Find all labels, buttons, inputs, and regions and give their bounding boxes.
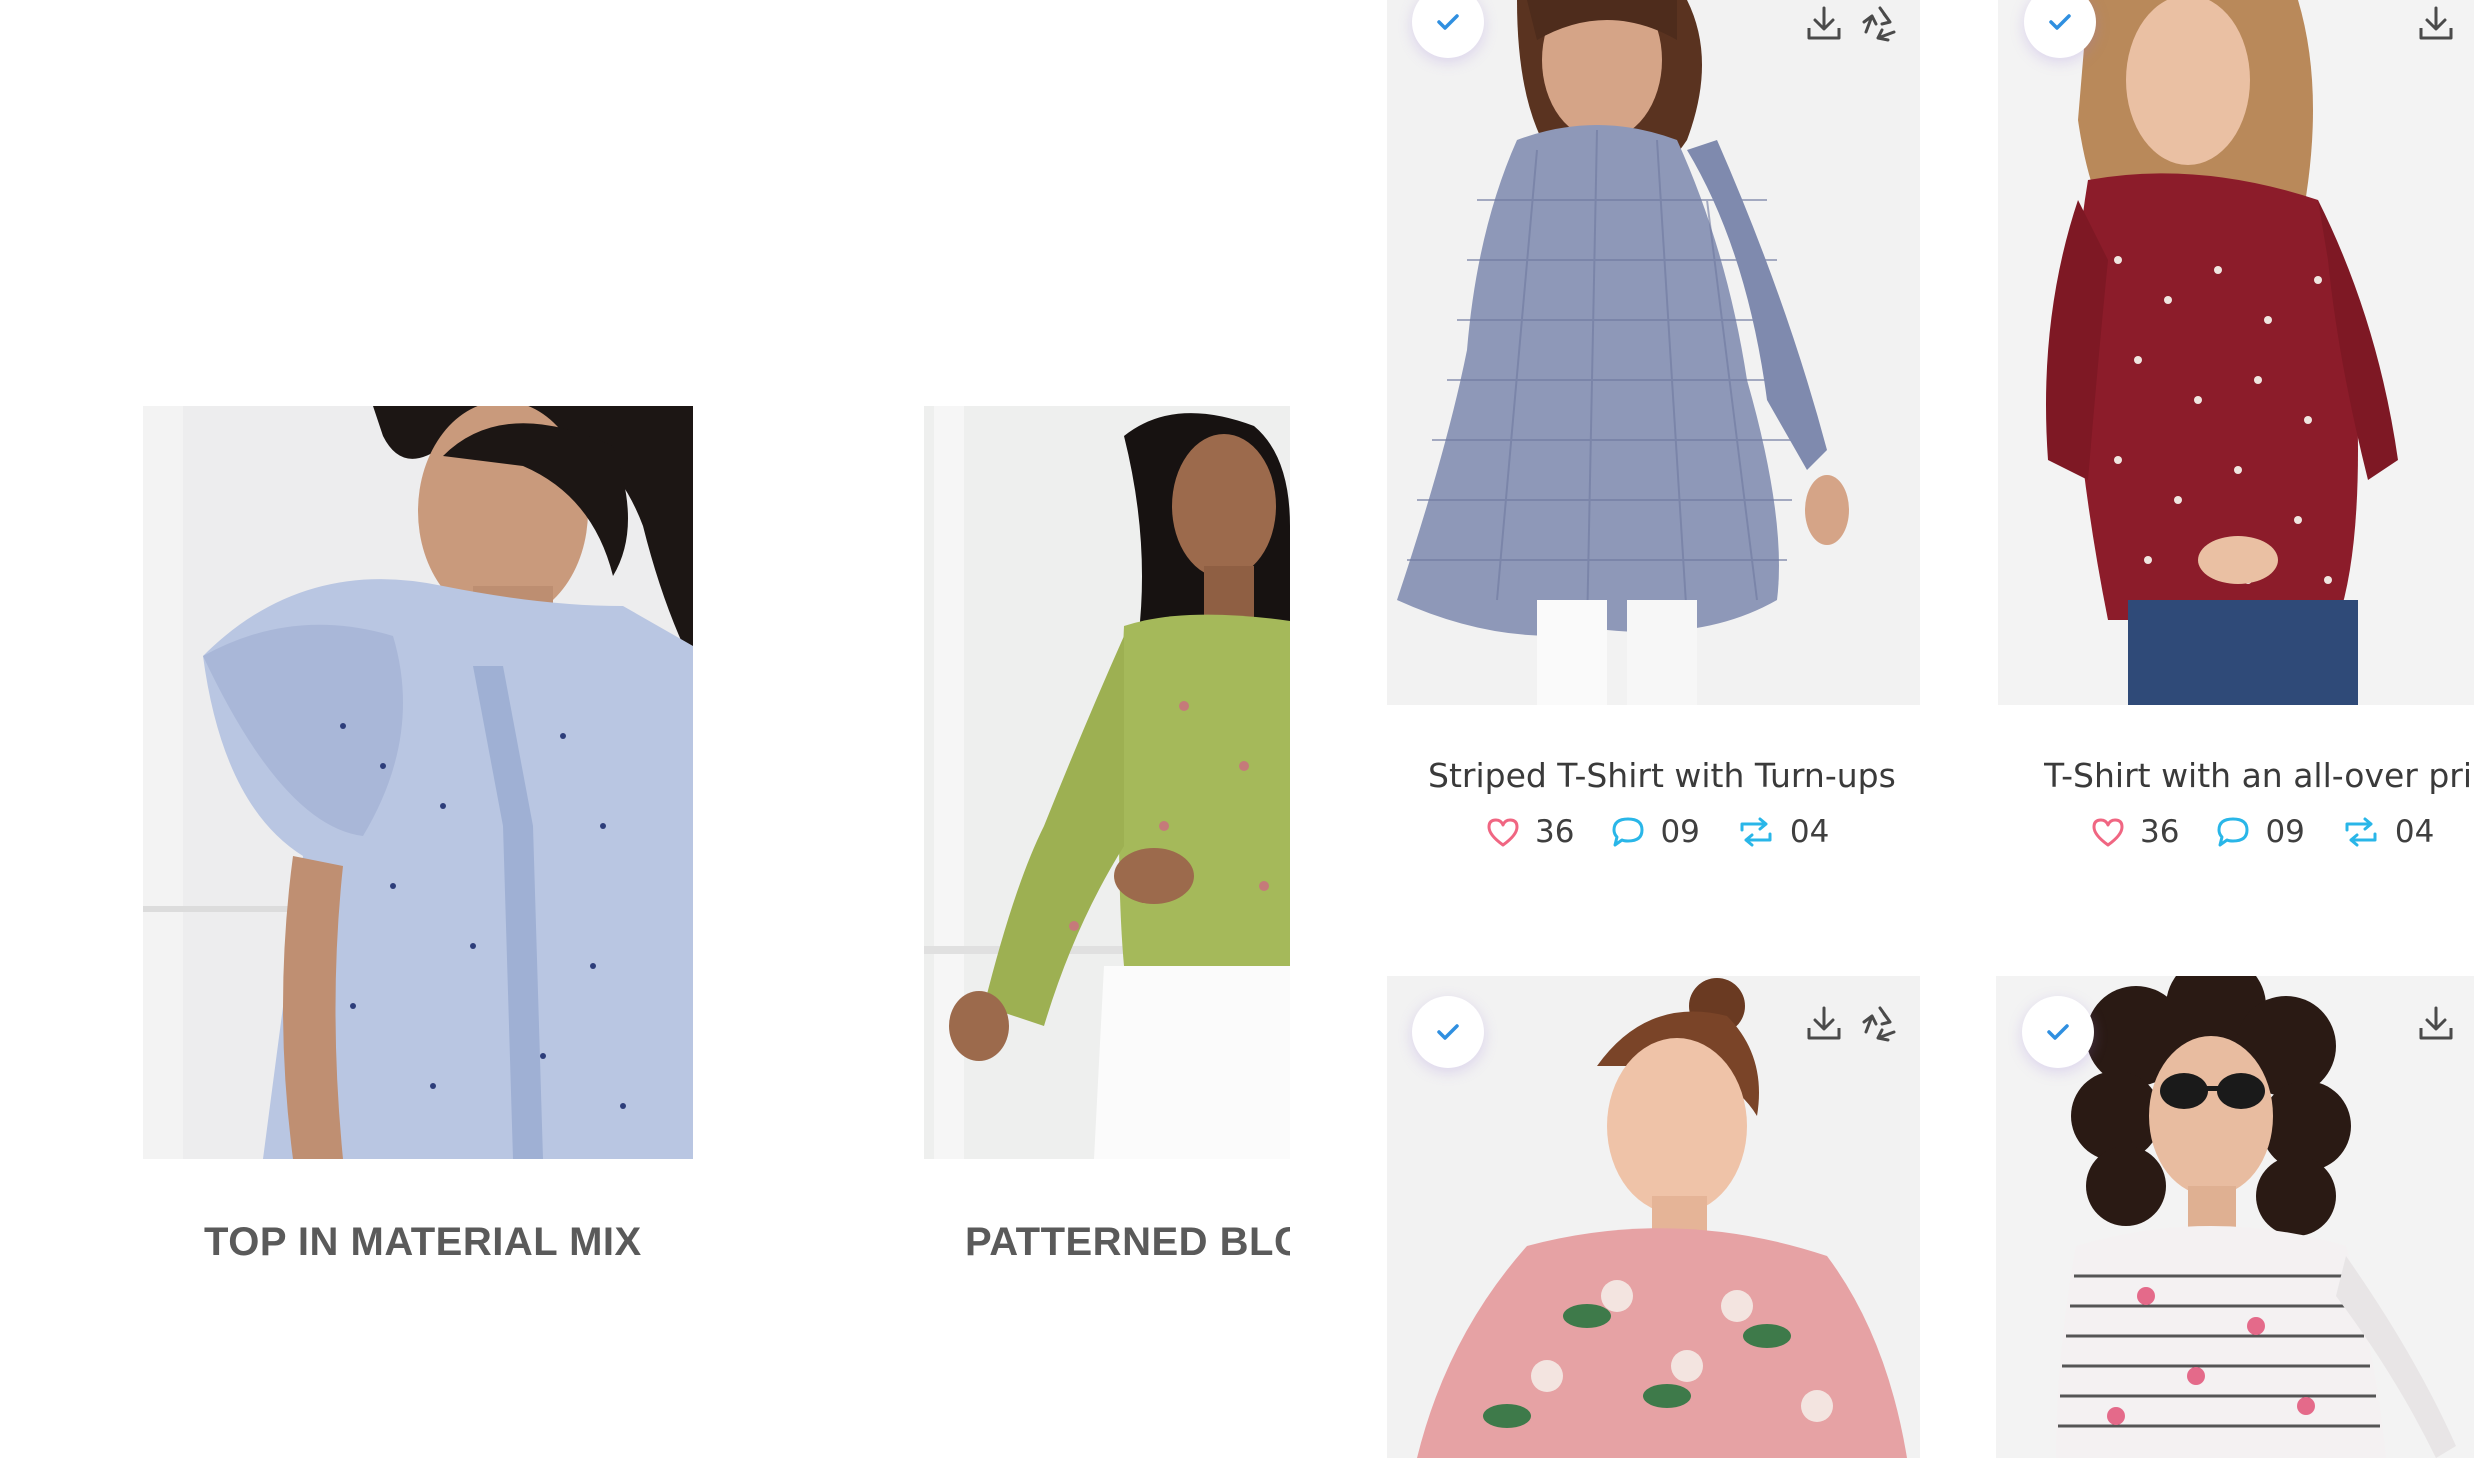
product-title[interactable]: T-Shirt with an all-over print (2044, 756, 2474, 795)
download-icon[interactable] (1804, 1004, 1844, 1044)
share-count: 04 (2394, 814, 2435, 850)
repost-icon (2345, 817, 2377, 847)
comment-count: 09 (1660, 814, 1700, 850)
check-icon (2047, 1024, 2069, 1040)
featured-product-image[interactable] (924, 406, 1290, 1159)
share-stat[interactable]: 04 (2341, 814, 2434, 850)
comment-icon (2217, 817, 2249, 847)
recycle-icon[interactable] (1860, 4, 1900, 44)
share-stat[interactable]: 04 (1736, 814, 1829, 850)
check-icon (2049, 14, 2071, 30)
like-stat[interactable]: 36 (1485, 814, 1574, 850)
product-photo (1998, 0, 2474, 705)
download-icon[interactable] (1804, 4, 1844, 44)
product-photo (924, 406, 1290, 1159)
featured-product-title[interactable]: PATTERNED BLC (965, 1220, 1290, 1265)
select-check-button[interactable] (2022, 996, 2094, 1068)
comment-stat[interactable]: 09 (1610, 814, 1700, 850)
download-icon[interactable] (2416, 1004, 2456, 1044)
comment-stat[interactable]: 09 (2215, 814, 2305, 850)
repost-icon (1740, 817, 1772, 847)
recycle-icon[interactable] (1860, 1004, 1900, 1044)
product-stats: 36 09 04 (2090, 814, 2434, 850)
comment-icon (1612, 817, 1644, 847)
product-photo (1387, 0, 1920, 705)
select-check-button[interactable] (1412, 996, 1484, 1068)
product-card-image[interactable] (1387, 0, 1920, 705)
featured-product-title[interactable]: TOP IN MATERIAL MIX (204, 1220, 664, 1265)
featured-product-image[interactable] (143, 406, 693, 1159)
product-card-image[interactable] (1998, 0, 2474, 705)
comment-count: 09 (2265, 814, 2305, 850)
download-icon[interactable] (2416, 4, 2456, 44)
product-photo (143, 406, 693, 1159)
check-icon (1437, 14, 1459, 30)
like-count: 36 (1535, 814, 1575, 850)
like-stat[interactable]: 36 (2090, 814, 2179, 850)
like-count: 36 (2140, 814, 2180, 850)
product-stats: 36 09 04 (1485, 814, 1829, 850)
heart-icon (2092, 818, 2124, 847)
product-title[interactable]: Striped T-Shirt with Turn-ups (1428, 756, 1898, 795)
check-icon (1437, 1024, 1459, 1040)
share-count: 04 (1789, 814, 1830, 850)
heart-icon (1487, 818, 1519, 847)
